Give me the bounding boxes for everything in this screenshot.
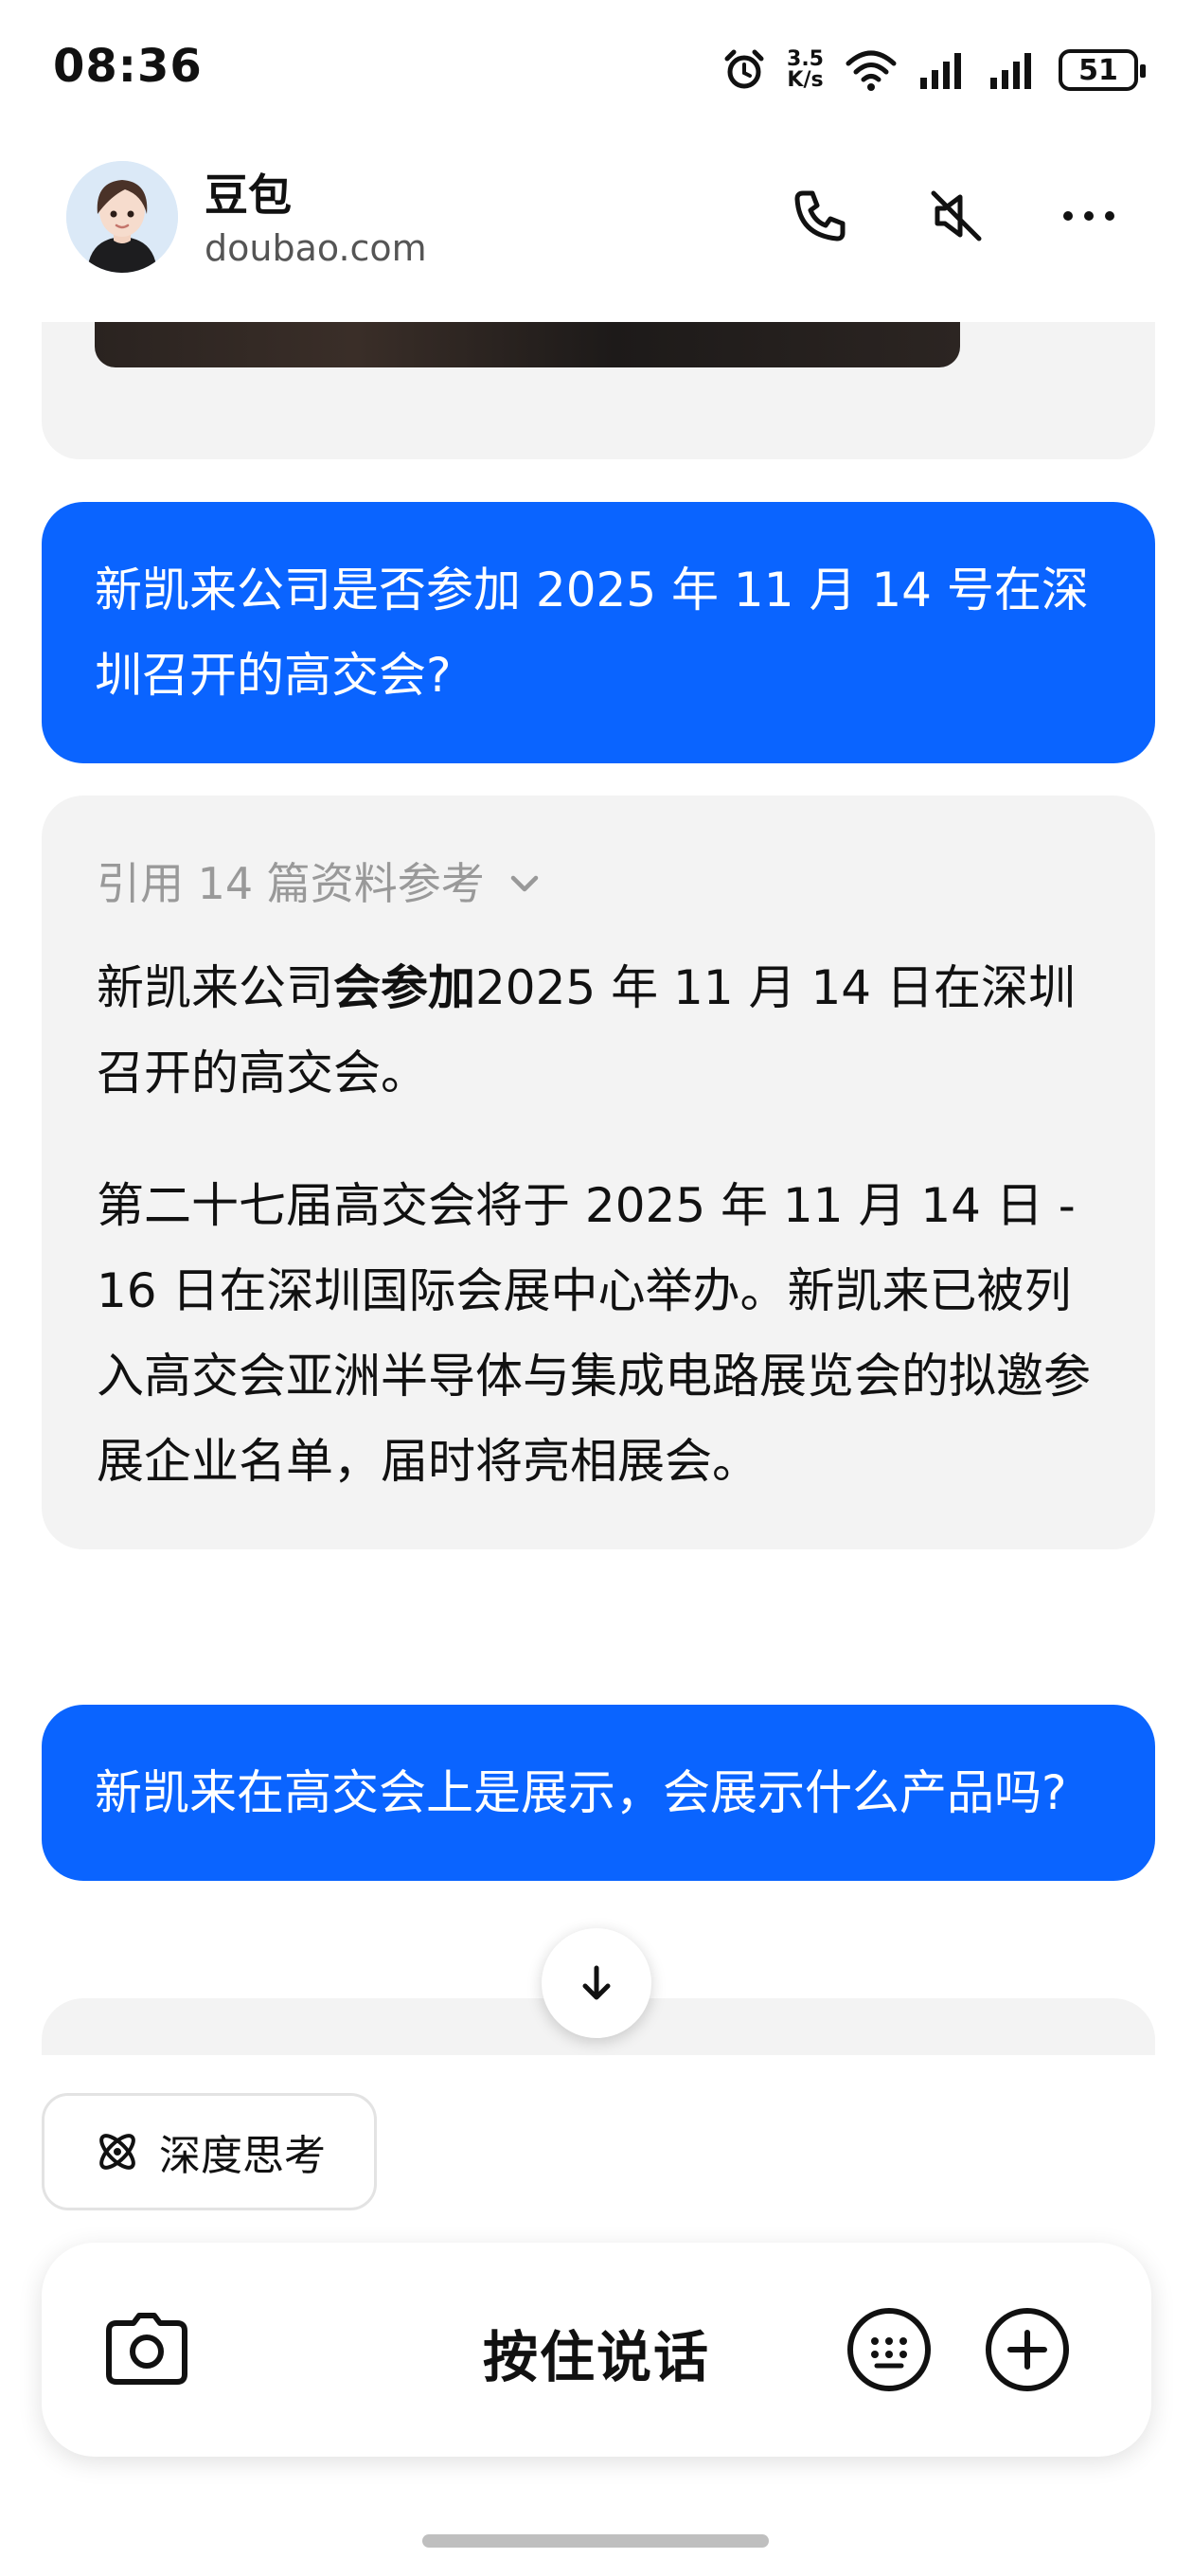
home-indicator[interactable] — [422, 2534, 769, 2548]
keyboard-button[interactable] — [845, 2305, 934, 2394]
status-bar: 08:36 3.5 K/s 51 — [0, 0, 1193, 142]
avatar[interactable] — [66, 161, 178, 273]
bot-domain: doubao.com — [205, 227, 427, 269]
input-bar: 按住说话 — [42, 2243, 1151, 2457]
scroll-to-bottom-button[interactable] — [542, 1928, 651, 2038]
chevron-down-icon — [510, 875, 539, 892]
phone-icon — [794, 190, 846, 242]
references-toggle[interactable]: 引用 14 篇资料参考 — [97, 841, 1100, 926]
more-dots-icon — [1063, 211, 1114, 221]
ai-paragraph: 新凯来公司会参加2025 年 11 月 14 日在深圳召开的高交会。 — [97, 960, 1076, 1100]
call-button[interactable] — [782, 178, 858, 254]
chat-screen: 08:36 3.5 K/s 51 豆包 doubao.com 新凯来公司是否参加… — [0, 0, 1193, 2576]
plus-icon — [986, 2308, 1069, 2391]
more-button[interactable] — [1051, 178, 1127, 254]
atom-icon — [99, 2134, 135, 2170]
status-icons: 3.5 K/s 51 — [722, 44, 1146, 97]
bot-name: 豆包 — [205, 170, 292, 221]
chat-header: 豆包 doubao.com — [0, 142, 1193, 322]
alarm-icon — [724, 49, 764, 89]
previous-ai-message — [42, 322, 1155, 459]
status-time: 08:36 — [53, 40, 203, 93]
user-message[interactable]: 新凯来公司是否参加 2025 年 11 月 14 号在深圳召开的高交会? — [42, 502, 1155, 763]
wifi-icon — [846, 50, 897, 91]
ai-paragraph: 第二十七届高交会将于 2025 年 11 月 14 日 - 16 日在深圳国际会… — [97, 1178, 1091, 1489]
keyboard-icon — [847, 2308, 931, 2391]
mute-button[interactable] — [918, 178, 994, 254]
message-image[interactable] — [95, 322, 960, 367]
deep-think-chip[interactable]: 深度思考 — [42, 2093, 377, 2210]
deep-think-label: 深度思考 — [159, 2132, 326, 2180]
speaker-muted-icon — [931, 190, 982, 242]
net-speed: 3.5 K/s — [787, 47, 824, 92]
battery-indicator: 51 — [1059, 49, 1146, 91]
user-message[interactable]: 新凯来在高交会上是展示，会展示什么产品吗? — [42, 1705, 1155, 1881]
ai-message[interactable]: 引用 14 篇资料参考 新凯来公司会参加2025 年 11 月 14 日在深圳召… — [42, 796, 1155, 1549]
plus-button[interactable] — [983, 2305, 1072, 2394]
signal-icon — [920, 53, 961, 89]
chat-list[interactable]: 新凯来公司是否参加 2025 年 11 月 14 号在深圳召开的高交会? 引用 … — [0, 322, 1193, 2055]
signal-icon — [990, 53, 1031, 89]
arrow-down-icon — [582, 1965, 611, 2000]
